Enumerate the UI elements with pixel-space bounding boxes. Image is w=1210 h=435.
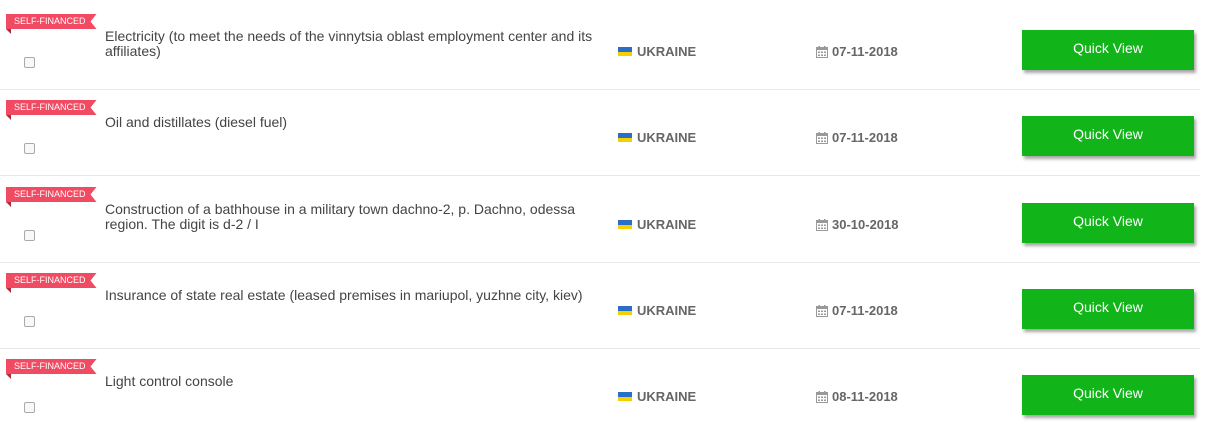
tender-title: Construction of a bathhouse in a militar…: [105, 201, 576, 232]
calendar-icon: [816, 131, 828, 144]
select-checkbox[interactable]: [24, 402, 35, 413]
badge-fold: [6, 374, 11, 379]
country-label: UKRAINE: [637, 303, 697, 318]
country-label: UKRAINE: [637, 44, 697, 59]
calendar-icon: [816, 218, 828, 231]
country-label: UKRAINE: [637, 130, 697, 145]
country-label: UKRAINE: [637, 217, 697, 232]
badge-fold: [6, 29, 11, 34]
calendar-icon: [816, 45, 828, 58]
calendar-icon: [816, 390, 828, 403]
country: UKRAINE: [618, 303, 696, 318]
date-label: 07-11-2018: [832, 44, 898, 59]
deadline-date: 08-11-2018: [816, 389, 898, 404]
funding-badge: SELF-FINANCED: [6, 187, 97, 202]
calendar-icon: [816, 304, 828, 317]
tender-title: Oil and distillates (diesel fuel): [105, 114, 288, 130]
ukraine-flag-icon: [618, 220, 632, 229]
select-checkbox[interactable]: [24, 316, 35, 327]
tender-title: Insurance of state real estate (leased p…: [105, 287, 583, 303]
deadline-date: 07-11-2018: [816, 44, 898, 59]
select-checkbox[interactable]: [24, 230, 35, 241]
quick-view-button[interactable]: Quick View: [1022, 289, 1194, 329]
quick-view-button[interactable]: Quick View: [1022, 203, 1194, 243]
list-item: SELF-FINANCED Light control console UKRA…: [0, 349, 1200, 435]
badge-fold: [6, 288, 11, 293]
country-label: UKRAINE: [637, 389, 697, 404]
badge-fold: [6, 202, 11, 207]
tender-list: SELF-FINANCED Electricity (to meet the n…: [0, 0, 1210, 429]
badge-fold: [6, 115, 11, 120]
country: UKRAINE: [618, 44, 696, 59]
funding-badge: SELF-FINANCED: [6, 359, 97, 374]
list-item: SELF-FINANCED Oil and distillates (diese…: [0, 90, 1200, 176]
date-label: 07-11-2018: [832, 303, 898, 318]
quick-view-button[interactable]: Quick View: [1022, 116, 1194, 156]
list-item: SELF-FINANCED Electricity (to meet the n…: [0, 4, 1200, 90]
funding-badge: SELF-FINANCED: [6, 14, 97, 29]
deadline-date: 07-11-2018: [816, 303, 898, 318]
ukraine-flag-icon: [618, 392, 632, 401]
date-label: 30-10-2018: [832, 217, 899, 232]
deadline-date: 30-10-2018: [816, 217, 899, 232]
quick-view-button[interactable]: Quick View: [1022, 30, 1194, 70]
country: UKRAINE: [618, 217, 696, 232]
select-checkbox[interactable]: [24, 57, 35, 68]
list-item: SELF-FINANCED Construction of a bathhous…: [0, 177, 1200, 263]
ukraine-flag-icon: [618, 133, 632, 142]
date-label: 07-11-2018: [832, 130, 898, 145]
country: UKRAINE: [618, 389, 696, 404]
deadline-date: 07-11-2018: [816, 130, 898, 145]
ukraine-flag-icon: [618, 306, 632, 315]
date-label: 08-11-2018: [832, 389, 898, 404]
ukraine-flag-icon: [618, 47, 632, 56]
tender-title: Electricity (to meet the needs of the vi…: [105, 28, 593, 59]
select-checkbox[interactable]: [24, 143, 35, 154]
country: UKRAINE: [618, 130, 696, 145]
quick-view-button[interactable]: Quick View: [1022, 375, 1194, 415]
funding-badge: SELF-FINANCED: [6, 100, 97, 115]
funding-badge: SELF-FINANCED: [6, 273, 97, 288]
list-item: SELF-FINANCED Insurance of state real es…: [0, 263, 1200, 349]
tender-title: Light control console: [105, 373, 234, 389]
